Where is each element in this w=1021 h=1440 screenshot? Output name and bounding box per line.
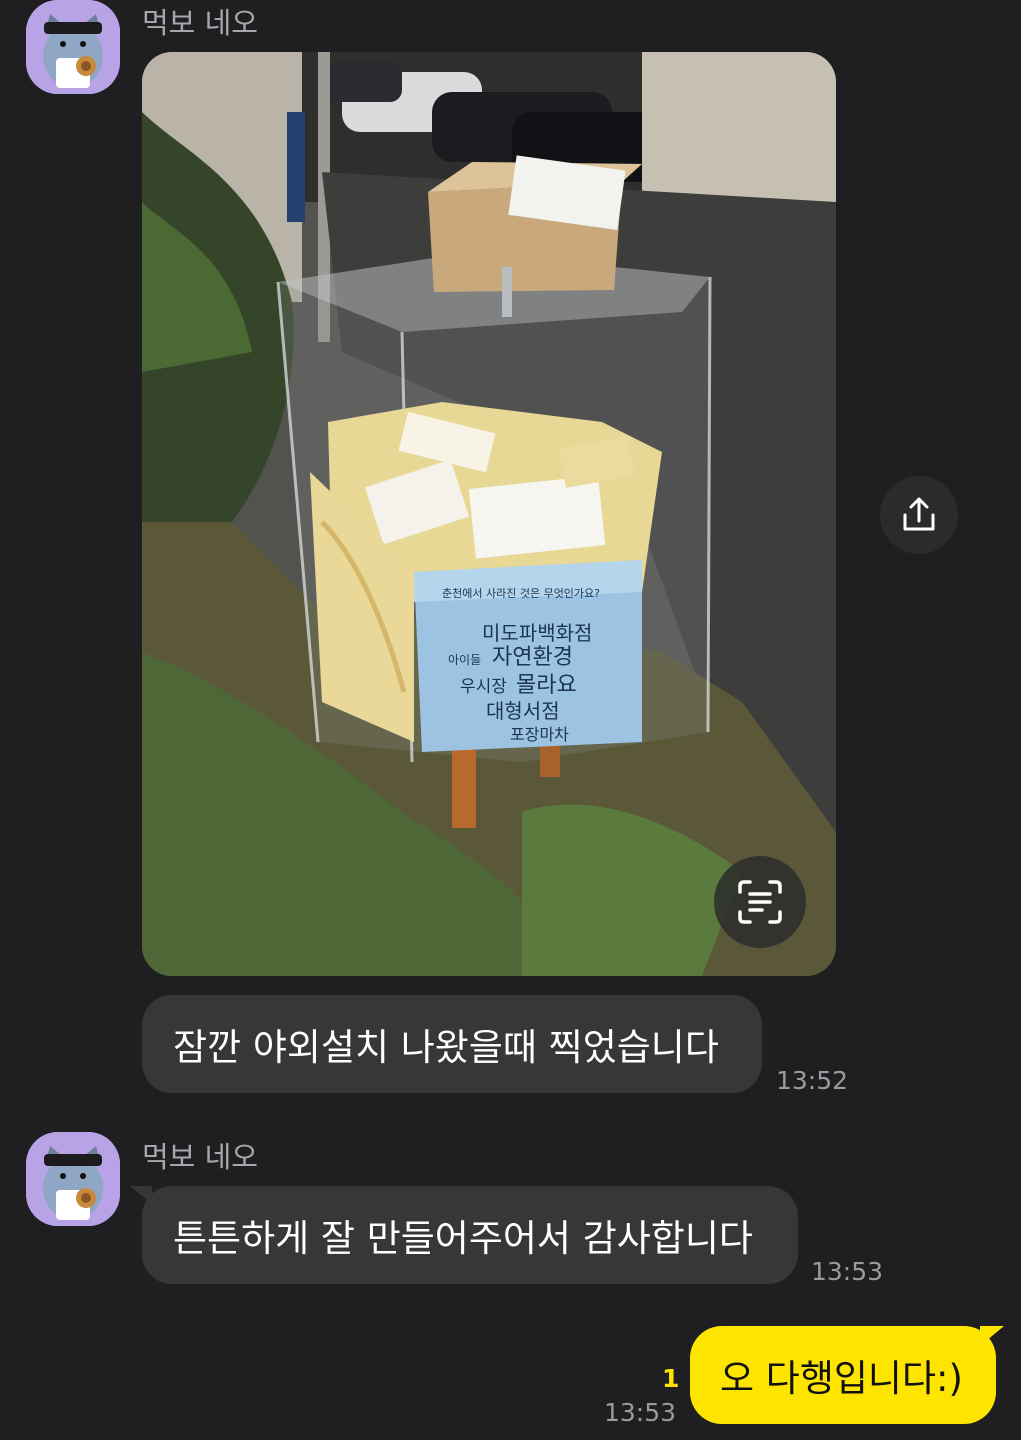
message-time: 13:52 (776, 1066, 849, 1095)
avatar[interactable] (26, 1132, 120, 1226)
unread-count: 1 (662, 1364, 680, 1393)
message-photo[interactable]: 춘천에서 사라진 것은 무엇인가요? 미도파백화점 아이들 자연환경 우시장 몰… (142, 52, 836, 976)
sign-question: 춘천에서 사라진 것은 무엇인가요? (442, 586, 600, 600)
sign-word: 우시장 (460, 677, 507, 697)
message-bubble[interactable]: 잠깐 야외설치 나왔을때 찍었습니다 (142, 995, 762, 1093)
avatar[interactable] (26, 0, 120, 94)
text-scan-button[interactable] (714, 856, 806, 948)
sender-name: 먹보 네오 (142, 6, 258, 40)
sender-name: 먹보 네오 (142, 1140, 258, 1174)
sign-word: 미도파백화점 (482, 621, 592, 645)
cat-character-icon (26, 1132, 120, 1226)
message-time: 13:53 (811, 1257, 884, 1286)
message-bubble[interactable]: 튼튼하게 잘 만들어주어서 감사합니다 (142, 1186, 798, 1284)
photo-image: 춘천에서 사라진 것은 무엇인가요? 미도파백화점 아이들 자연환경 우시장 몰… (142, 52, 836, 976)
bubble-tail (130, 1186, 152, 1204)
my-message-bubble[interactable]: 오 다행입니다:) (690, 1326, 996, 1424)
sign-word: 포장마차 (510, 725, 569, 744)
sign-word: 대형서점 (486, 699, 560, 723)
cat-character-icon (26, 0, 120, 94)
message-time: 13:53 (604, 1398, 677, 1427)
text-scan-icon (738, 880, 782, 924)
bubble-tail (980, 1326, 1004, 1346)
share-button[interactable] (880, 476, 958, 554)
sign-word: 몰라요 (516, 673, 577, 698)
share-icon (903, 497, 935, 531)
sign-word: 자연환경 (492, 645, 573, 670)
sign-word: 아이들 (448, 653, 481, 667)
